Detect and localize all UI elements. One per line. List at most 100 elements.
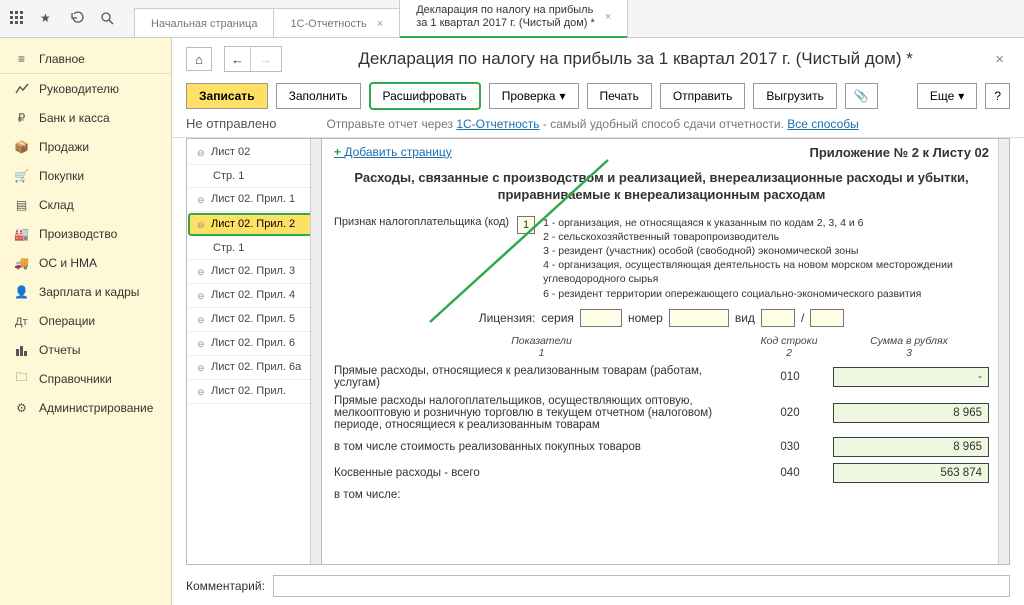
sidebar-item-reports[interactable]: Отчеты: [0, 335, 171, 364]
tree-node-partial[interactable]: ⊖Лист 02. Прил.: [187, 380, 321, 404]
reporting-link[interactable]: 1С-Отчетность: [456, 117, 539, 131]
license-type-input[interactable]: [761, 309, 795, 327]
btn-label: Еще: [930, 89, 954, 103]
tree-node-app1[interactable]: ⊖Лист 02. Прил. 1: [187, 188, 321, 212]
sidebar-item-assets[interactable]: 🚚ОС и НМА: [0, 248, 171, 277]
status-text: - самый удобный способ сдачи отчетности.: [540, 117, 788, 131]
chevron-down-icon: ▾: [559, 89, 565, 103]
export-button[interactable]: Выгрузить: [753, 83, 837, 109]
sidebar-item-manager[interactable]: Руководителю: [0, 74, 171, 103]
tab-reporting[interactable]: 1С-Отчетность×: [273, 8, 400, 37]
tree-node-app5[interactable]: ⊖Лист 02. Прил. 5: [187, 308, 321, 332]
slash: /: [801, 311, 804, 325]
tree-label: Лист 02. Прил. 4: [211, 289, 295, 302]
row-label: Косвенные расходы - всего: [334, 467, 747, 479]
factory-icon: 🏭: [14, 226, 29, 241]
comment-input[interactable]: [273, 575, 1010, 597]
form-row: Косвенные расходы - всего 040 563 874: [334, 463, 989, 483]
attach-button[interactable]: 📎: [845, 83, 878, 109]
warehouse-icon: ▤: [14, 197, 29, 212]
send-button[interactable]: Отправить: [660, 83, 746, 109]
star-icon[interactable]: ★: [40, 11, 56, 27]
back-button[interactable]: ←: [225, 47, 251, 71]
tree-node-app2-selected[interactable]: ⊖Лист 02. Прил. 2: [188, 213, 320, 236]
sidebar-label: Главное: [39, 52, 85, 66]
tree-node-app3[interactable]: ⊖Лист 02. Прил. 3: [187, 260, 321, 284]
row-value-input[interactable]: 563 874: [833, 463, 989, 483]
col-num: 3: [906, 347, 912, 359]
sidebar-label: Склад: [39, 198, 74, 212]
tab-label-l1: Декларация по налогу на прибыль: [416, 4, 595, 17]
tree-label: Стр. 1: [213, 242, 244, 254]
tree-node-app4[interactable]: ⊖Лист 02. Прил. 4: [187, 284, 321, 308]
collapse-icon: ⊖: [197, 193, 207, 206]
tree-node-app6[interactable]: ⊖Лист 02. Прил. 6: [187, 332, 321, 356]
tab-home[interactable]: Начальная страница: [134, 8, 274, 37]
decode-button[interactable]: Расшифровать: [369, 82, 481, 110]
svg-text:Дт: Дт: [15, 316, 28, 328]
tree-node-page1[interactable]: Стр. 1: [187, 165, 321, 188]
sidebar-label: Банк и касса: [39, 111, 110, 125]
col-header-indicator: Показатели: [511, 335, 572, 347]
truck-icon: 🚚: [14, 255, 29, 270]
close-icon[interactable]: ×: [377, 18, 383, 30]
col-header-code: Код строки: [760, 335, 817, 347]
fill-button[interactable]: Заполнить: [276, 83, 361, 109]
row-value-input[interactable]: -: [833, 367, 989, 387]
tab-label-l2: за 1 квартал 2017 г. (Чистый дом) *: [416, 17, 595, 30]
license-number-label: номер: [628, 311, 663, 325]
form-title: Расходы, связанные с производством и реа…: [334, 170, 989, 204]
sidebar-item-refs[interactable]: 🗀Справочники: [0, 364, 171, 393]
check-button[interactable]: Проверка ▾: [489, 83, 579, 109]
cart-icon: 🛒: [14, 168, 29, 183]
clip-icon: 📎: [854, 89, 869, 103]
sidebar-item-bank[interactable]: ₽Банк и касса: [0, 103, 171, 132]
sidebar-item-sales[interactable]: 📦Продажи: [0, 132, 171, 161]
tree-label: Лист 02. Прил.: [211, 385, 286, 398]
toolbar: Записать Заполнить Расшифровать Проверка…: [172, 76, 1024, 112]
tree-label: Лист 02: [211, 146, 250, 159]
form-row: в том числе:: [334, 489, 989, 501]
tree-node-app6a[interactable]: ⊖Лист 02. Прил. 6а: [187, 356, 321, 380]
sidebar-label: Руководителю: [39, 82, 119, 96]
license-type2-input[interactable]: [810, 309, 844, 327]
comment-bar: Комментарий:: [172, 569, 1024, 605]
row-value-input[interactable]: 8 965: [833, 437, 989, 457]
sidebar-item-hr[interactable]: 👤Зарплата и кадры: [0, 277, 171, 306]
sidebar-label: Зарплата и кадры: [39, 285, 139, 299]
form-row: в том числе стоимость реализованных поку…: [334, 437, 989, 457]
license-series-input[interactable]: [580, 309, 622, 327]
tab-declaration[interactable]: Декларация по налогу на прибыльза 1 квар…: [399, 0, 628, 37]
license-number-input[interactable]: [669, 309, 729, 327]
more-button[interactable]: Еще ▾: [917, 83, 977, 109]
help-button[interactable]: ?: [985, 83, 1010, 109]
apps-icon[interactable]: [10, 11, 26, 27]
close-icon[interactable]: ×: [605, 11, 611, 23]
sidebar-item-operations[interactable]: ДтОперации: [0, 306, 171, 335]
collapse-icon: ⊖: [197, 337, 207, 350]
folder-icon: 🗀: [14, 371, 29, 386]
tree-node-sheet02[interactable]: ⊖Лист 02: [187, 141, 321, 165]
sidebar-item-admin[interactable]: ⚙Администрирование: [0, 393, 171, 422]
history-icon[interactable]: [70, 11, 86, 27]
search-icon[interactable]: [100, 11, 116, 27]
close-button[interactable]: ×: [989, 51, 1010, 68]
row-code: 040: [753, 467, 827, 479]
all-methods-link[interactable]: Все способы: [787, 117, 859, 131]
sidebar-item-main[interactable]: ≡Главное: [0, 44, 171, 74]
taxpayer-code-input[interactable]: 1: [517, 216, 535, 234]
send-status: Не отправлено: [186, 116, 276, 131]
write-button[interactable]: Записать: [186, 83, 268, 109]
row-value-input[interactable]: 8 965: [833, 403, 989, 423]
row-code: 020: [753, 407, 827, 419]
tree-node-app2-page1[interactable]: Стр. 1: [187, 237, 321, 260]
home-button[interactable]: ⌂: [186, 47, 212, 71]
print-button[interactable]: Печать: [587, 83, 652, 109]
add-page-link[interactable]: Добавить страницу: [334, 145, 452, 160]
sidebar-label: Производство: [39, 227, 117, 241]
collapse-icon: ⊖: [197, 313, 207, 326]
sidebar-item-purchases[interactable]: 🛒Покупки: [0, 161, 171, 190]
sidebar-item-warehouse[interactable]: ▤ Склад: [0, 190, 171, 219]
sidebar-item-production[interactable]: 🏭 Производство: [0, 219, 171, 248]
forward-button[interactable]: →: [253, 47, 279, 71]
